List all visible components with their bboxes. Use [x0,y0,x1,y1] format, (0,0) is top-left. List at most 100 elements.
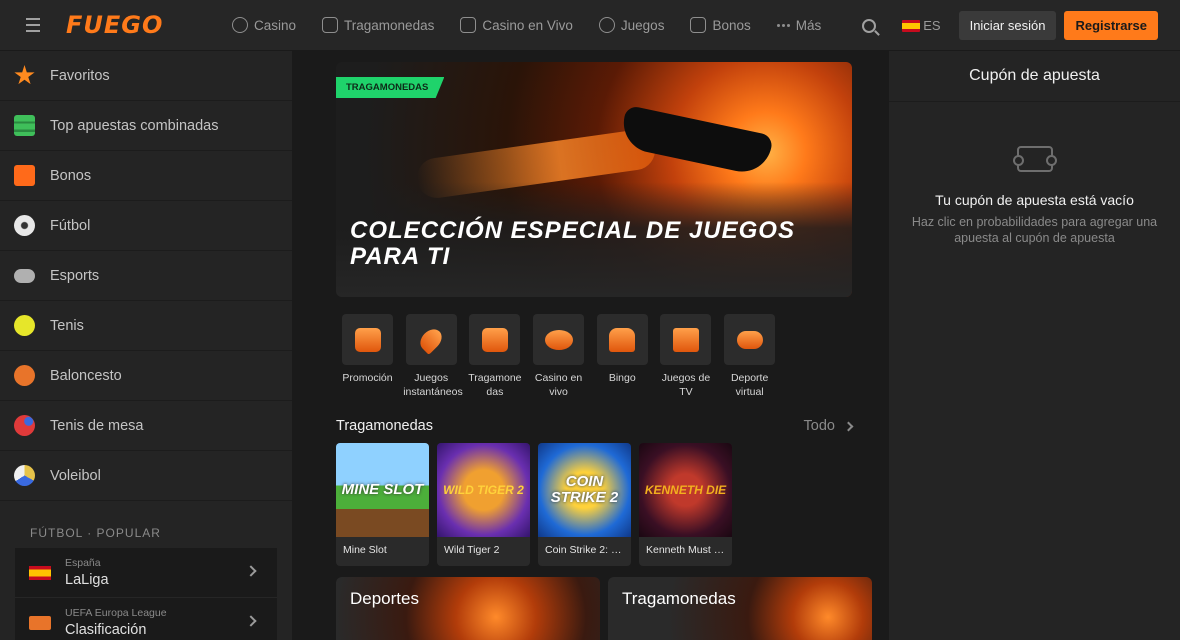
chevron-right-icon [843,421,854,431]
sidebar-item-label: Favoritos [50,67,110,84]
sidebar-item-label: Voleibol [50,467,101,484]
gift-icon [14,165,35,186]
hero-title: COLECCIÓN ESPECIAL DE JUEGOS PARA TI [350,217,795,270]
game-card[interactable]: WILD TIGER 2 Wild Tiger 2 [437,443,530,566]
category-deporte-virtual[interactable]: Deporte virtual [718,314,781,399]
sidebar-item-tenis-de-mesa[interactable]: Tenis de mesa [0,401,292,451]
nav-tragamonedas[interactable]: Tragamonedas [322,17,434,33]
promo-title: Deportes [350,589,419,608]
login-button[interactable]: Iniciar sesión [958,11,1057,40]
nav-label: Bonos [712,17,751,33]
game-art-text: COIN STRIKE 2 [550,473,619,506]
promo-deportes[interactable]: Deportes [336,577,600,640]
sidebar-item-baloncesto[interactable]: Baloncesto [0,351,292,401]
game-name: Coin Strike 2: Ho... [545,544,631,556]
section-title: Tragamonedas [336,418,433,434]
gamepad-icon [14,268,35,283]
promo-tragamonedas[interactable]: Tragamonedas [608,577,872,640]
see-all-label: Todo [803,418,835,434]
europa-league-icon [29,615,51,630]
category-casino-en-vivo[interactable]: Casino en vivo [527,314,590,399]
see-all-link[interactable]: Todo [803,418,854,434]
category-promocion[interactable]: Promoción [336,314,399,399]
sidebar-item-tenis[interactable]: Tenis [0,301,292,351]
sidebar-item-label: Esports [50,267,100,284]
menu-icon[interactable] [0,0,66,51]
category-label: Promoción [342,372,393,384]
promo-title: Tragamonedas [622,589,736,608]
category-label: Casino en vivo [534,372,583,398]
nav-label: Juegos [620,17,665,33]
star-icon [14,65,35,85]
hero-tag: TRAGAMONEDAS [336,77,445,98]
section-title: FÚTBOL · POPULAR [30,526,161,540]
nav-casino[interactable]: Casino [232,17,296,33]
nav-label: Más [795,17,822,33]
league-item-laliga[interactable]: España LaLiga [15,548,277,598]
nav-juegos[interactable]: Juegos [598,17,665,33]
game-name: Mine Slot [343,544,387,556]
game-art-text: MINE SLOT [341,481,424,498]
category-bingo[interactable]: Bingo [591,314,654,399]
category-tragamonedas[interactable]: Tragamonedas [463,314,526,399]
game-art-text: WILD TIGER 2 [443,483,524,497]
sidebar-item-futbol[interactable]: Fútbol [0,201,292,251]
nav-mas[interactable]: Más [776,17,822,33]
sidebar-item-label: Top apuestas combinadas [50,117,219,134]
basketball-icon [14,365,35,386]
category-label: Juegos de TV [661,372,711,398]
chevron-right-icon [245,615,257,627]
sidebar-item-label: Tenis de mesa [50,417,144,434]
bingo-machine-icon [609,327,636,352]
rocket-icon [416,324,447,355]
table-tennis-icon [14,415,35,436]
league-country: España [65,557,101,569]
sidebar-item-voleibol[interactable]: Voleibol [0,451,292,501]
top-bar: FUEGO Casino Tragamonedas Casino en Vivo… [0,0,1180,51]
sidebar-item-bonos[interactable]: Bonos [0,151,292,201]
register-button[interactable]: Registrarse [1064,11,1158,40]
sidebar-item-label: Tenis [50,317,84,334]
sidebar-item-esports[interactable]: Esports [0,251,292,301]
slots-row: MINE SLOT Mine Slot WILD TIGER 2 Wild Ti… [336,443,740,566]
nav-bonos[interactable]: Bonos [690,17,751,33]
game-card[interactable]: MINE SLOT Mine Slot [336,443,429,566]
game-card[interactable]: COIN STRIKE 2 Coin Strike 2: Ho... [538,443,631,566]
league-item-europa[interactable]: UEFA Europa League Clasificación [15,598,277,640]
vr-headset-icon [736,330,763,349]
spain-flag-icon [29,565,51,580]
game-name: Wild Tiger 2 [444,544,500,556]
slot-machine-icon [481,327,508,352]
category-juegos-de-tv[interactable]: Juegos de TV [654,314,717,399]
sidebar-item-label: Bonos [50,167,92,184]
category-label: Tragamonedas [468,372,522,398]
header-tools: ES Iniciar sesión Registrarse [862,0,1158,51]
sidebar-item-favoritos[interactable]: Favoritos [0,51,292,101]
sidebar-item-label: Baloncesto [50,367,122,384]
casino-chip-icon [232,17,248,33]
language-selector[interactable]: ES [902,18,941,33]
chevron-right-icon [245,565,257,577]
nav-casino-en-vivo[interactable]: Casino en Vivo [460,17,573,33]
soccer-ball-icon [14,215,35,236]
category-label: Juegos instantáneos [403,372,463,398]
tennis-ball-icon [14,315,35,336]
rocket-icon [598,17,615,33]
site-logo[interactable]: FUEGO [66,11,232,39]
sidebar-item-top-apuestas[interactable]: Top apuestas combinadas [0,101,292,151]
live-casino-icon [460,17,477,33]
league-name: Clasificación [65,622,147,638]
sidebar: Favoritos Top apuestas combinadas Bonos … [0,51,292,640]
search-icon[interactable] [862,18,877,33]
category-list: Promoción Juegos instantáneos Tragamoned… [336,314,782,399]
betslip-panel: Cupón de apuesta Tu cupón de apuesta est… [889,51,1180,640]
category-juegos-instantaneos[interactable]: Juegos instantáneos [400,314,463,399]
hero-banner[interactable]: TRAGAMONEDAS COLECCIÓN ESPECIAL DE JUEGO… [336,62,852,297]
game-art-text: KENNETH DIE [644,483,727,497]
slot-machine-icon [322,17,339,33]
spain-flag-icon [902,19,921,32]
league-name: LaLiga [65,572,109,588]
promo-row: Deportes Tragamonedas [336,577,872,640]
main-nav: Casino Tragamonedas Casino en Vivo Juego… [232,0,847,51]
game-card[interactable]: KENNETH DIE Kenneth Must Die [639,443,732,566]
